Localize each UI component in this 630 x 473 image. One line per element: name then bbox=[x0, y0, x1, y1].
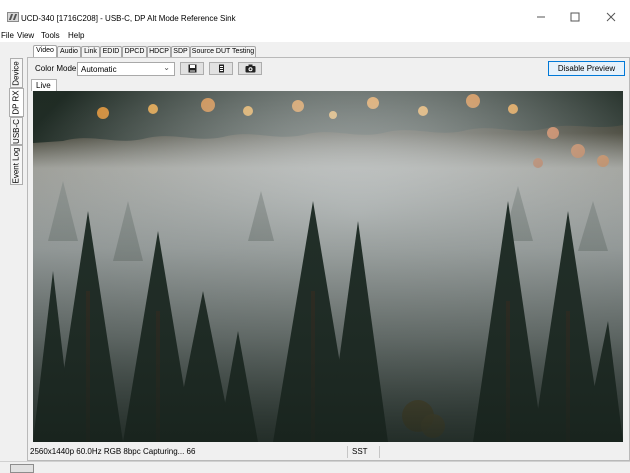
frame-capture-button[interactable] bbox=[209, 62, 233, 75]
status-divider bbox=[347, 446, 348, 458]
tab-hdcp[interactable]: HDCP bbox=[147, 46, 171, 57]
menu-view[interactable]: View bbox=[17, 31, 34, 40]
color-mode-select[interactable]: Automatic ⌄ bbox=[77, 62, 175, 76]
tab-sdp[interactable]: SDP bbox=[171, 46, 190, 57]
live-preview-image bbox=[33, 91, 623, 442]
minimize-button[interactable] bbox=[526, 8, 556, 26]
menu-help[interactable]: Help bbox=[68, 31, 84, 40]
tab-video[interactable]: Video bbox=[33, 45, 57, 57]
menu-bar: File View Tools Help bbox=[0, 29, 630, 42]
status-bar: 2560x1440p 60.0Hz RGB 8bpc Capturing... … bbox=[27, 445, 630, 459]
tab-source-dut-testing[interactable]: Source DUT Testing bbox=[190, 46, 256, 57]
maximize-icon bbox=[570, 12, 580, 22]
app-logo-icon bbox=[7, 12, 19, 22]
save-frame-button[interactable] bbox=[180, 62, 204, 75]
screenshot-button[interactable] bbox=[238, 62, 262, 75]
side-tab-label: Device bbox=[12, 60, 22, 86]
color-mode-value: Automatic bbox=[81, 65, 117, 74]
side-tab-dp-rx[interactable]: DP RX bbox=[9, 88, 24, 117]
minimize-icon bbox=[537, 16, 545, 18]
side-tab-device[interactable]: Device bbox=[10, 58, 23, 88]
camera-icon bbox=[245, 64, 255, 73]
tab-audio[interactable]: Audio bbox=[57, 46, 81, 57]
tab-link[interactable]: Link bbox=[81, 46, 100, 57]
side-tab-label: Event Log bbox=[12, 146, 21, 184]
side-tab-label: DP RX bbox=[12, 90, 21, 115]
close-button[interactable] bbox=[596, 8, 626, 26]
frame-icon bbox=[218, 64, 224, 73]
status-mode: SST bbox=[352, 447, 368, 456]
status-divider bbox=[379, 446, 380, 458]
tab-dpcd[interactable]: DPCD bbox=[122, 46, 147, 57]
side-tab-event-log[interactable]: Event Log bbox=[10, 145, 23, 185]
side-tab-label: USB-C bbox=[12, 118, 22, 144]
status-info: 2560x1440p 60.0Hz RGB 8bpc Capturing... … bbox=[30, 447, 196, 456]
title-bar: UCD-340 [1716C208] - USB-C, DP Alt Mode … bbox=[0, 0, 630, 30]
color-mode-label: Color Mode bbox=[35, 64, 77, 73]
tab-edid[interactable]: EDID bbox=[100, 46, 122, 57]
maximize-button[interactable] bbox=[560, 8, 590, 26]
menu-tools[interactable]: Tools bbox=[41, 31, 60, 40]
close-icon bbox=[606, 12, 616, 22]
disable-preview-button[interactable]: Disable Preview bbox=[548, 61, 625, 76]
bottom-strip bbox=[0, 461, 630, 473]
tab-live[interactable]: Live bbox=[31, 79, 57, 91]
save-icon bbox=[188, 64, 196, 73]
menu-file[interactable]: File bbox=[1, 31, 14, 40]
bottom-panel-button[interactable] bbox=[10, 464, 34, 473]
misty-forest-image bbox=[33, 91, 623, 442]
window-title: UCD-340 [1716C208] - USB-C, DP Alt Mode … bbox=[21, 14, 236, 23]
chevron-down-icon: ⌄ bbox=[163, 63, 170, 72]
side-tab-usb-c[interactable]: USB-C bbox=[10, 117, 23, 145]
